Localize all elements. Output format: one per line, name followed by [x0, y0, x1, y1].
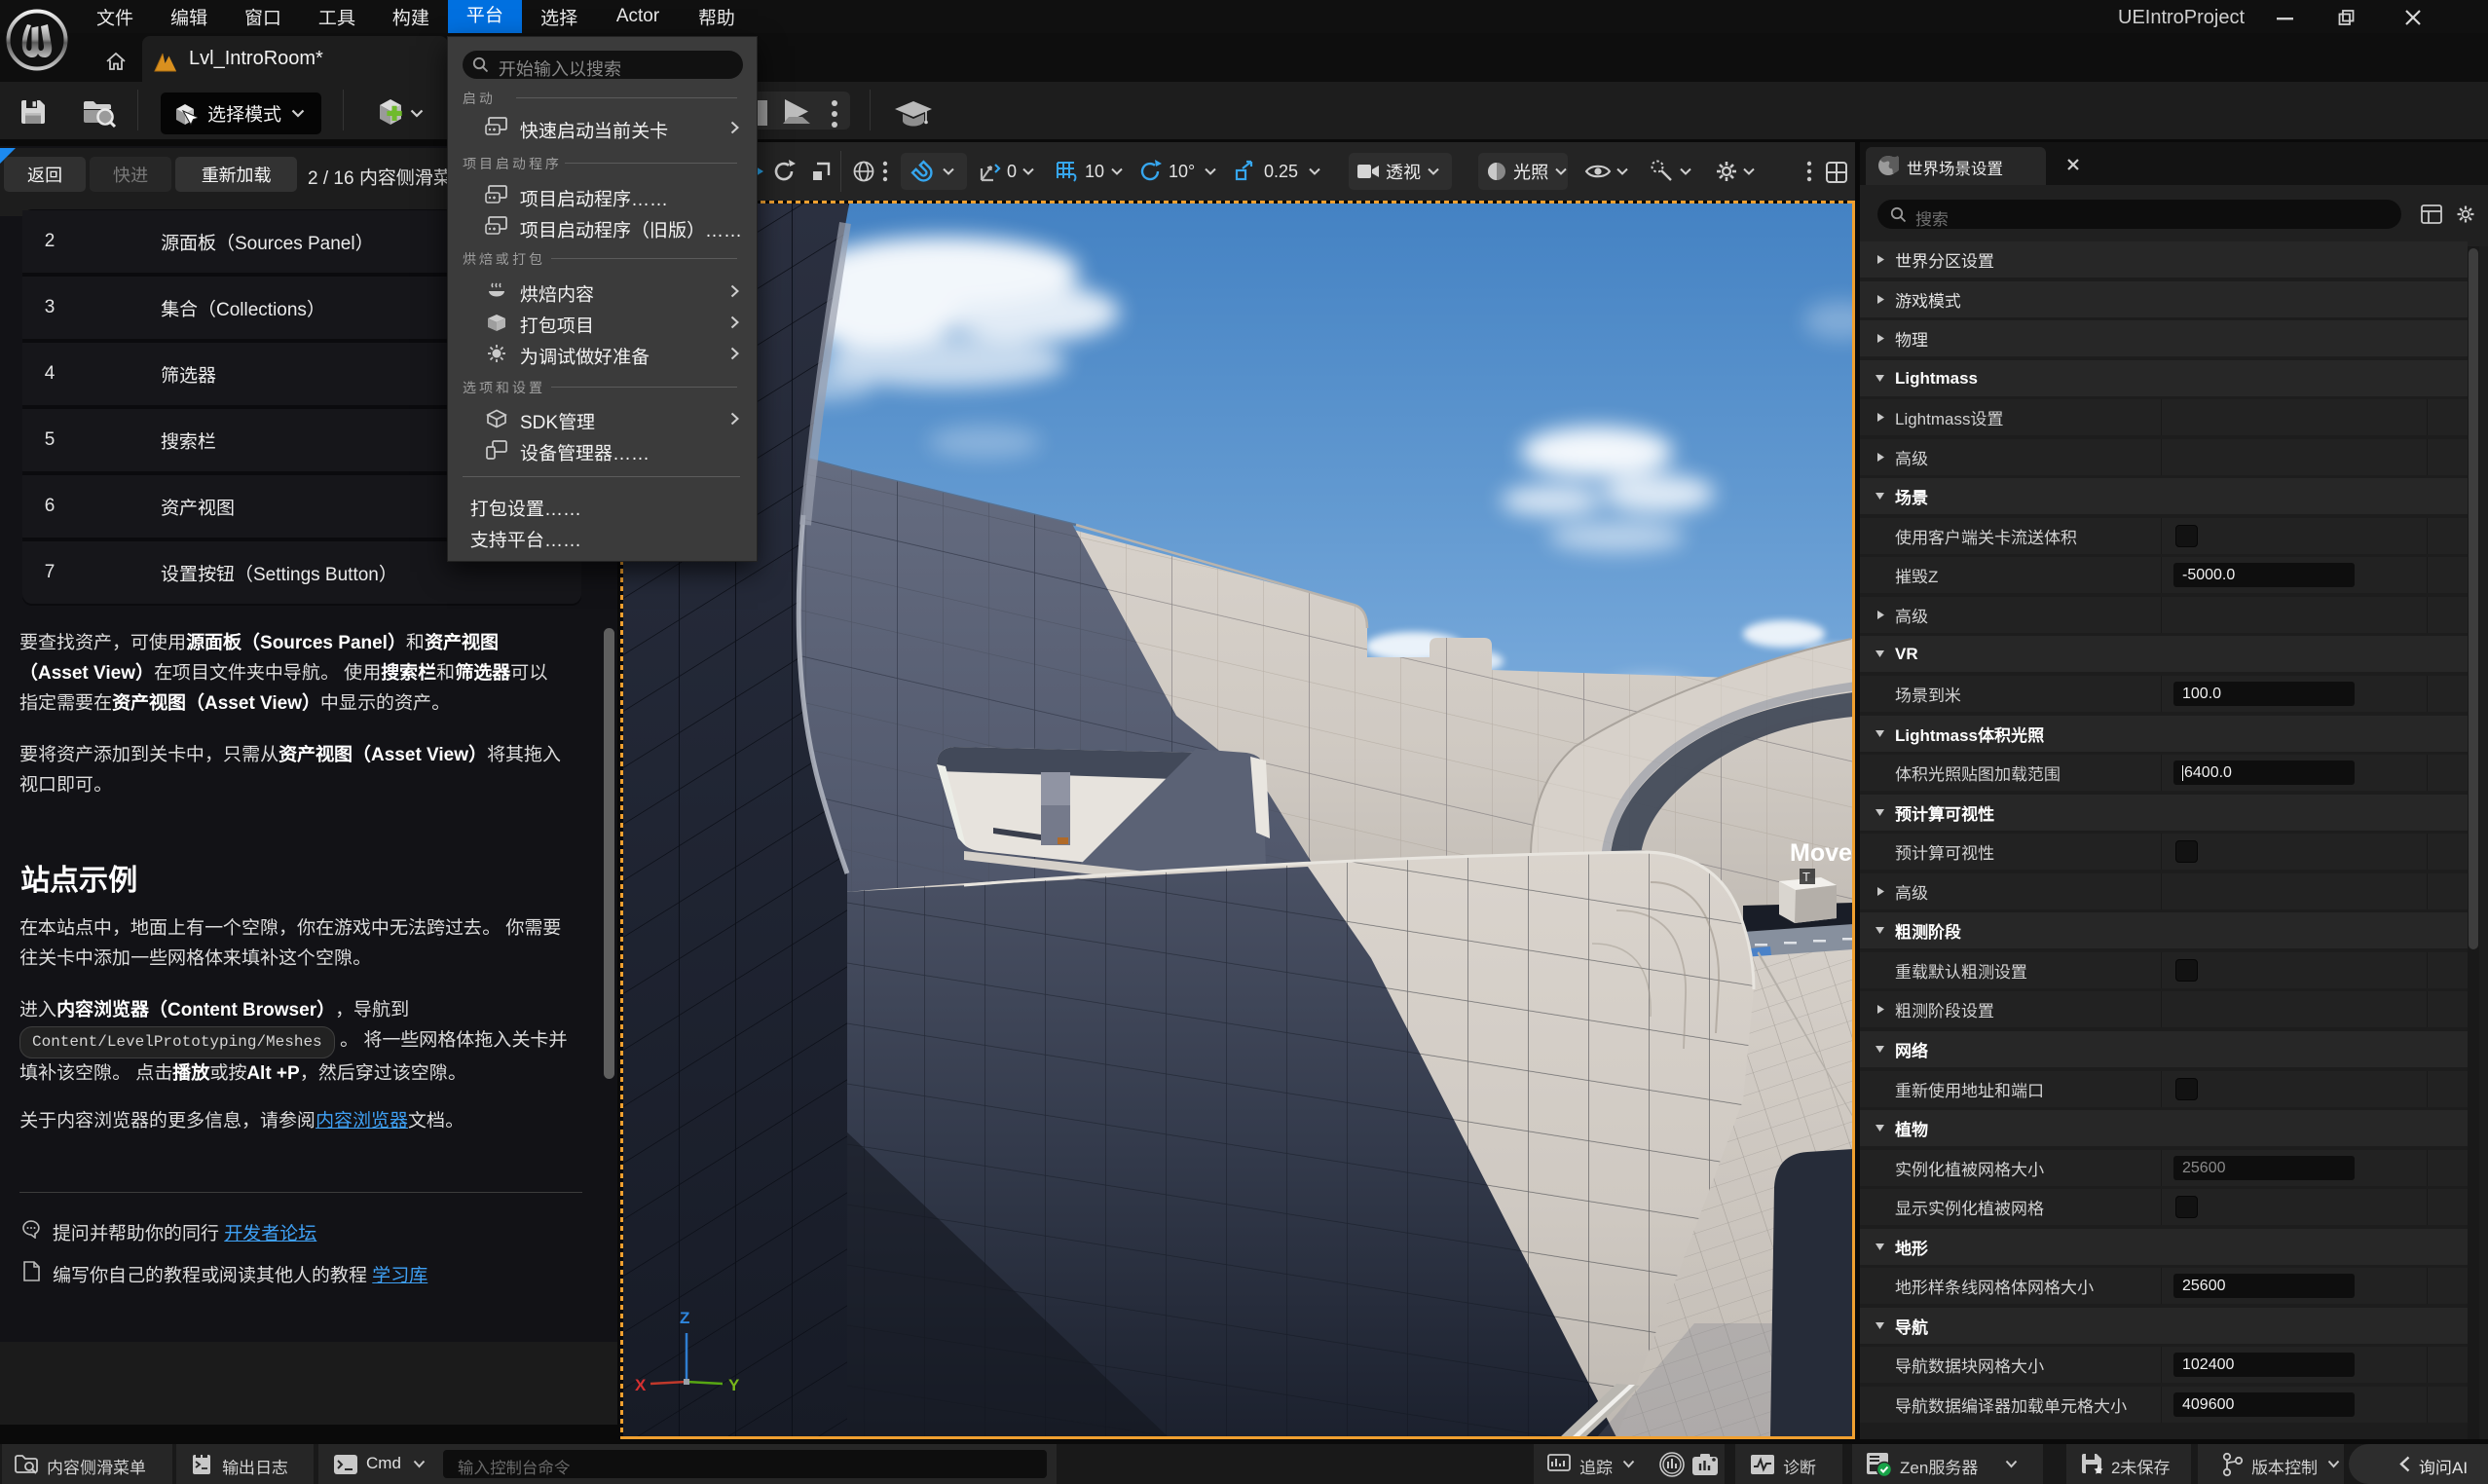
svg-text:T: T: [1802, 870, 1810, 884]
svg-text:X: X: [635, 1376, 647, 1394]
svg-text:Z: Z: [680, 1309, 689, 1327]
svg-text:Y: Y: [728, 1376, 740, 1394]
svg-text:Move: Move: [1790, 839, 1852, 867]
